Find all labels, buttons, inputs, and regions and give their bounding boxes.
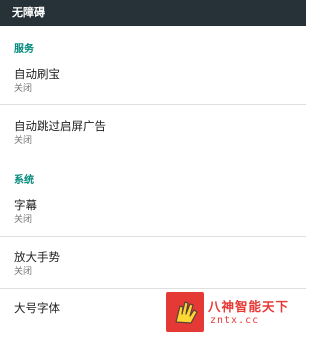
pref-title: 字幕 [14,198,37,212]
watermark-url: zntx.cc [210,315,260,326]
pref-title: 自动刷宝 [14,67,60,81]
pref-magnification-gestures[interactable]: 放大手势 关闭 [0,249,306,285]
pref-captions[interactable]: 字幕 关闭 [0,197,306,233]
category-header-system: 系统 [14,175,34,186]
hand-logo-icon [166,292,204,332]
pref-title: 放大手势 [14,250,60,264]
pref-auto-shuabao[interactable]: 自动刷宝 关闭 [0,66,306,102]
pref-auto-skip-splash-ads[interactable]: 自动跳过启屏广告 关闭 [0,118,306,154]
divider [0,104,306,105]
pref-title: 大号字体 [14,301,60,315]
pref-summary: 关闭 [14,84,33,94]
divider [0,236,306,237]
app-bar-title: 无障碍 [0,0,306,26]
pref-title: 自动跳过启屏广告 [14,119,106,133]
category-header-services: 服务 [14,44,34,55]
pref-summary: 关闭 [14,136,33,146]
divider [0,288,306,289]
watermark: 八神智能天下 zntx.cc [166,292,296,332]
pref-summary: 关闭 [14,267,33,277]
pref-summary: 关闭 [14,215,33,225]
watermark-name: 八神智能天下 [208,299,290,314]
